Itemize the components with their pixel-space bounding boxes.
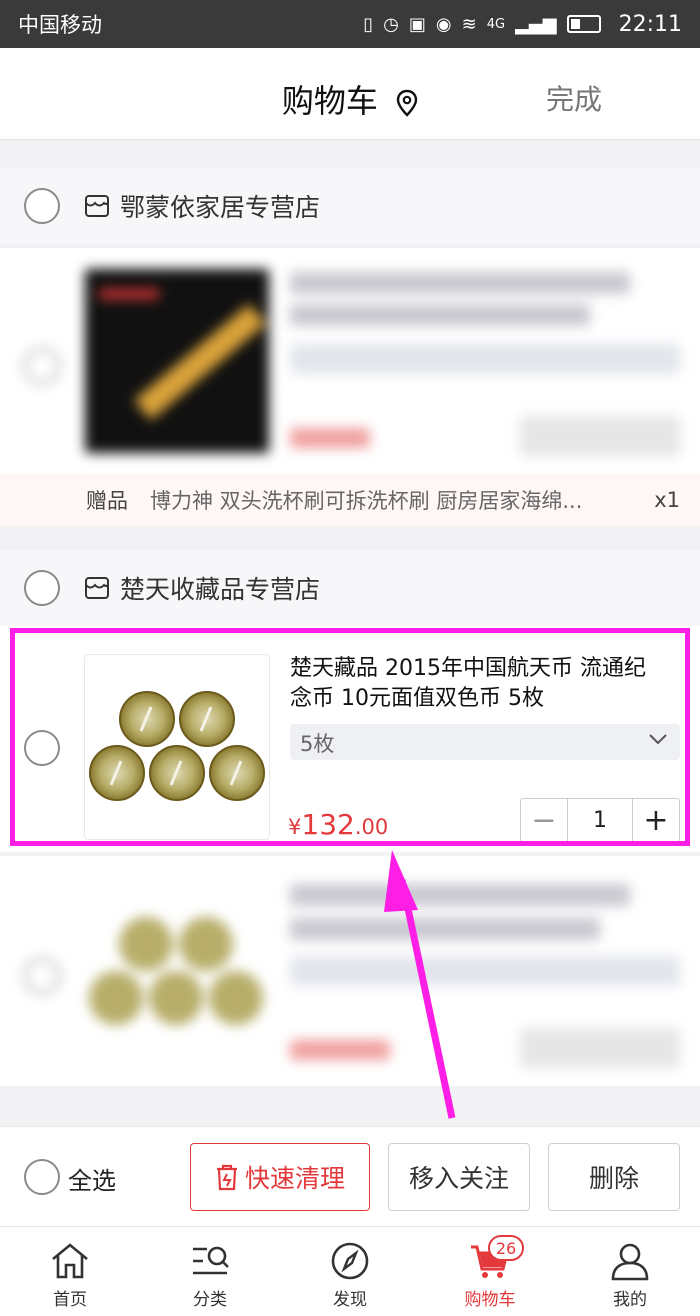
shop-select-radio[interactable] [24, 188, 60, 224]
gift-count: x1 [654, 488, 680, 512]
wifi-icon: ≋ [461, 13, 477, 35]
clock: 22:11 [618, 11, 682, 37]
tab-mine[interactable]: 我的 [560, 1227, 700, 1316]
trash-icon [216, 1164, 237, 1191]
nav-bar: 购物车 完成 [0, 48, 700, 140]
cart-action-bar: 全选 快速清理 移入关注 删除 [0, 1126, 700, 1226]
product-thumbnail[interactable] [84, 880, 270, 1066]
vibrate-icon: ▯ [363, 13, 374, 35]
select-all-radio[interactable] [24, 1159, 60, 1195]
tab-label: 购物车 [464, 1290, 516, 1310]
move-to-follow-button[interactable]: 移入关注 [388, 1143, 530, 1211]
status-bar: 中国移动 ▯ ◷ ▣ ◉ ≋ 4G ▂▄▆ 22:11 [0, 0, 700, 48]
tab-label: 分类 [193, 1290, 227, 1310]
person-icon [611, 1243, 649, 1281]
battery-icon [566, 15, 601, 33]
hd-icon: ▣ [408, 13, 426, 35]
tab-label: 首页 [53, 1290, 87, 1310]
tab-discover[interactable]: 发现 [280, 1227, 420, 1316]
tab-cart[interactable]: 购物车 26 [420, 1227, 560, 1316]
store-icon [85, 577, 109, 599]
item-select-radio[interactable] [24, 958, 60, 994]
home-icon [52, 1243, 88, 1279]
cart-item [0, 856, 700, 1086]
alarm-icon: ◷ [383, 13, 399, 35]
highlight-frame [10, 628, 690, 846]
gift-label: 赠品 [86, 489, 128, 513]
status-icons: ▯ ◷ ▣ ◉ ≋ 4G ▂▄▆ 22:11 [363, 12, 682, 37]
gift-row: 赠品 博力神 双头洗杯刷可拆洗杯刷 厨房居家海绵... x1 [0, 474, 700, 526]
signal-icon: ▂▄▆ [515, 13, 557, 35]
done-button[interactable]: 完成 [546, 78, 602, 118]
delete-button[interactable]: 删除 [548, 1143, 680, 1211]
tab-home[interactable]: 首页 [0, 1227, 140, 1316]
cart-item [0, 248, 700, 474]
page-title-text: 购物车 [281, 82, 378, 120]
shop-name[interactable]: 鄂蒙依家居专营店 [120, 188, 320, 224]
network-label: 4G [486, 16, 506, 32]
coins-image [89, 917, 263, 1025]
tab-bar: 首页 分类 发现 购物车 26 我的 [0, 1226, 700, 1316]
category-icon [193, 1246, 229, 1275]
store-icon [85, 195, 109, 217]
eye-icon: ◉ [435, 13, 452, 35]
select-all-label[interactable]: 全选 [68, 1161, 116, 1196]
shop-name[interactable]: 楚天收藏品专营店 [120, 570, 320, 606]
item-select-radio[interactable] [24, 348, 60, 384]
tab-category[interactable]: 分类 [140, 1227, 280, 1316]
quick-clean-label: 快速清理 [244, 1164, 345, 1193]
quick-clean-button[interactable]: 快速清理 [190, 1143, 370, 1211]
tab-label: 我的 [613, 1290, 647, 1310]
shop-header: 鄂蒙依家居专营店 [0, 168, 700, 244]
shop-select-radio[interactable] [24, 570, 60, 606]
shop-header: 楚天收藏品专营店 [0, 550, 700, 626]
location-pin-icon[interactable] [396, 89, 418, 117]
cart-count-badge: 26 [488, 1235, 524, 1261]
gift-text[interactable]: 博力神 双头洗杯刷可拆洗杯刷 厨房居家海绵... [150, 485, 620, 515]
product-thumbnail[interactable] [84, 268, 270, 454]
compass-icon [331, 1242, 369, 1280]
tab-label: 发现 [333, 1290, 367, 1310]
carrier-label: 中国移动 [18, 13, 102, 37]
